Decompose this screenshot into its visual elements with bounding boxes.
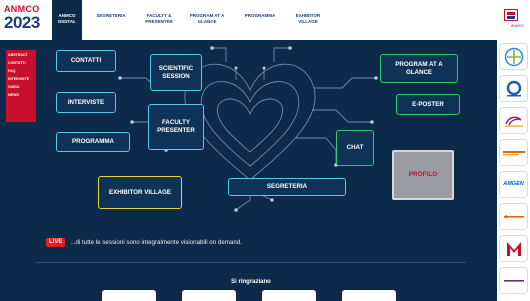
tile-label: CHAT [346, 144, 364, 151]
nav-programma[interactable]: PROGRAMMA [238, 13, 282, 19]
sponsor-logo-servier[interactable] [500, 204, 527, 229]
sponsor-card[interactable] [182, 290, 236, 301]
section-divider [36, 262, 466, 263]
sidebar-item-faq[interactable]: FAQ [8, 69, 34, 74]
sidebar-item-guida[interactable]: GUIDA [8, 85, 34, 90]
anmco-2023-logo[interactable]: ANMCO 2023 [4, 4, 46, 36]
tile-e-poster[interactable]: E-POSTER [396, 94, 460, 115]
nav-anmco-digital[interactable]: ANMCO DIGITAL [52, 0, 82, 40]
tile-label: EXHIBITOR VILLAGE [108, 188, 172, 196]
wordmark-icon [502, 150, 525, 155]
sponsor-logo-amgen[interactable]: AMGEN [500, 172, 527, 197]
tile-contatti[interactable]: CONTATTI [56, 50, 116, 72]
nav-label: PROGRAMMA [244, 13, 276, 18]
nav-label: ANMCO DIGITAL [58, 13, 76, 24]
tile-programma[interactable]: PROGRAMMA [56, 132, 130, 152]
tile-label: SCIENTIFIC SESSION [158, 64, 194, 80]
sponsor-wordmark: AMGEN [503, 181, 524, 187]
account-label: ANMCO [510, 24, 524, 28]
left-sidebar: ABSTRACT CONTATTI FAQ INTERVISTE GUIDA N… [6, 50, 36, 122]
nav-faculty-presenter[interactable]: FACULTY & PRESENTER [138, 13, 180, 25]
tile-interviste[interactable]: INTERVISTE [56, 92, 116, 113]
tile-chat[interactable]: CHAT [336, 130, 374, 166]
tile-faculty-presenter[interactable]: FACULTY PRESENTER [148, 104, 204, 150]
logo-year: 2023 [4, 13, 40, 32]
nav-segreteria[interactable]: SEGRETERIA [88, 13, 134, 19]
tile-scientific-session[interactable]: SCIENTIFIC SESSION [150, 54, 202, 91]
thanks-title: Si ringraziano [231, 279, 271, 285]
sponsor-logo-boehringer[interactable] [500, 140, 527, 165]
live-notice: LIVE ...di tutte le sessioni sono integr… [46, 236, 242, 248]
sponsor-logo-daiichi-sankyo[interactable] [500, 76, 527, 101]
top-navigation-bar: ANMCO 2023 ANMCO DIGITAL SEGRETERIA FACU… [0, 0, 530, 40]
tile-label: PROGRAMMA [72, 138, 114, 145]
swirl-logo-icon [504, 116, 523, 127]
sponsor-logo-menarini[interactable] [500, 236, 527, 261]
wordmark-icon [503, 279, 524, 282]
sponsor-logo-astrazeneca[interactable] [500, 108, 527, 133]
tile-label: INTERVISTE [67, 98, 105, 106]
wordmark-icon [503, 214, 524, 218]
nav-exhibitor-village[interactable]: EXHIBITOR VILLAGE [288, 13, 328, 25]
cross-logo-icon [504, 47, 523, 66]
user-avatar-icon[interactable] [504, 9, 518, 21]
nav-label: EXHIBITOR VILLAGE [295, 13, 321, 24]
nav-label: FACULTY & PRESENTER [145, 13, 173, 24]
sidebar-item-contatti[interactable]: CONTATTI [8, 61, 34, 66]
nav-program-at-a-glance[interactable]: PROGRAM AT A GLANCE [186, 13, 228, 25]
sponsor-logo-bayer[interactable] [500, 44, 527, 69]
sponsor-strip: AMGEN [497, 40, 530, 301]
tile-label: SEGRETERIA [266, 183, 308, 190]
sponsor-card[interactable] [102, 290, 156, 301]
tile-exhibitor-village[interactable]: EXHIBITOR VILLAGE [98, 176, 182, 209]
sidebar-item-interviste[interactable]: INTERVISTE [8, 77, 34, 82]
tile-label: CONTATTI [70, 57, 102, 64]
ring-logo-icon [506, 80, 521, 96]
tile-label: FACULTY PRESENTER [157, 119, 195, 134]
tile-profilo[interactable]: PROFILO [392, 150, 454, 200]
m-logo-icon [506, 241, 521, 256]
tile-segreteria[interactable]: SEGRETERIA [228, 178, 346, 196]
live-badge: LIVE [46, 237, 66, 247]
tile-label: PROGRAM AT A GLANCE [395, 60, 443, 76]
sidebar-item-abstract[interactable]: ABSTRACT [8, 53, 34, 58]
tile-label: PROFILO [408, 171, 438, 178]
live-notice-text: ...di tutte le sessioni sono integralmen… [70, 238, 242, 246]
sidebar-item-news[interactable]: NEWS [8, 93, 34, 98]
sponsor-card[interactable] [342, 290, 396, 301]
nav-label: PROGRAM AT A GLANCE [189, 13, 225, 24]
sponsor-logo-sanofi[interactable] [500, 268, 527, 293]
sponsor-card[interactable] [262, 290, 316, 301]
tile-label: E-POSTER [412, 100, 444, 108]
tile-program-at-a-glance[interactable]: PROGRAM AT A GLANCE [380, 54, 458, 83]
nav-label: SEGRETERIA [96, 13, 126, 18]
main-lobby: CONTATTI SCIENTIFIC SESSION INTERVISTE F… [36, 40, 466, 301]
